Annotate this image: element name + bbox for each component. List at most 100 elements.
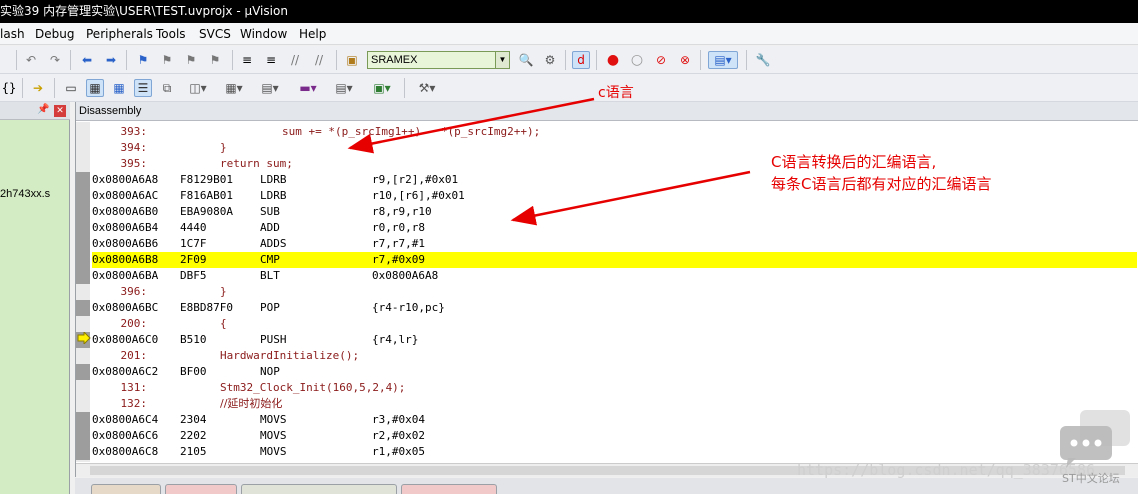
assembly-line[interactable]: 0x0800A6B4 4440 ADD r0,r0,r8: [92, 220, 1137, 236]
configure-icon[interactable]: 🔧: [754, 51, 772, 69]
instruction-address: 0x0800A6B6: [92, 237, 159, 250]
project-file-item[interactable]: 2h743xx.s: [0, 188, 50, 200]
menu-svcs[interactable]: SVCS: [199, 27, 231, 41]
gutter-marker[interactable]: [76, 428, 90, 444]
memory-window-icon[interactable]: ▦▾: [220, 79, 248, 97]
tab-document[interactable]: [241, 484, 397, 494]
chevron-down-icon[interactable]: ▼: [495, 52, 509, 68]
breakpoint-icon[interactable]: ●: [604, 51, 622, 69]
system-viewer-icon[interactable]: ▣▾: [368, 79, 396, 97]
find-in-files-icon[interactable]: ▣: [343, 51, 361, 69]
assembly-line[interactable]: 0x0800A6B6 1C7F ADDS r7,r7,#1: [92, 236, 1137, 252]
find-icon[interactable]: 🔍: [517, 51, 535, 69]
gutter-marker[interactable]: [76, 444, 90, 460]
watch-window-icon[interactable]: ◫▾: [184, 79, 212, 97]
target-select[interactable]: SRAMEX ▼: [367, 51, 510, 69]
indent-icon[interactable]: ≡: [238, 51, 256, 69]
toolbox-icon[interactable]: ⚒▾: [412, 79, 442, 97]
instruction-address: 0x0800A6B0: [92, 205, 159, 218]
annotation-assembly-line-1: C语言转换后的汇编语言,: [771, 153, 937, 171]
assembly-line[interactable]: 0x0800A6C4 2304 MOVS r3,#0x04: [92, 412, 1137, 428]
tab-document[interactable]: [401, 484, 497, 494]
menu-window[interactable]: Window: [240, 27, 287, 41]
assembly-line[interactable]: 0x0800A6C0 B510 PUSH {r4,lr}: [92, 332, 1137, 348]
close-icon[interactable]: ✕: [54, 105, 66, 117]
source-line[interactable]: 200: {: [92, 316, 1137, 332]
toolbar-separator: [54, 78, 55, 98]
current-instruction-arrow-icon: [77, 332, 91, 344]
gutter-marker[interactable]: [76, 220, 90, 236]
unindent-icon[interactable]: ≡: [262, 51, 280, 69]
tools-icon[interactable]: ⚙: [541, 51, 559, 69]
tab-document[interactable]: [165, 484, 237, 494]
assembly-line[interactable]: 0x0800A6B0 EBA9080A SUB r8,r9,r10: [92, 204, 1137, 220]
gutter-marker[interactable]: [76, 268, 90, 284]
bookmark-icon[interactable]: ⚑: [134, 51, 152, 69]
gutter-marker[interactable]: [76, 364, 90, 380]
clear-bookmarks-icon[interactable]: ⚑: [206, 51, 224, 69]
prev-bookmark-icon[interactable]: ⚑: [158, 51, 176, 69]
menu-help[interactable]: Help: [299, 27, 326, 41]
gutter-marker[interactable]: [76, 204, 90, 220]
analysis-window-icon[interactable]: ▬▾: [294, 79, 322, 97]
gutter-marker[interactable]: [76, 188, 90, 204]
next-bookmark-icon[interactable]: ⚑: [182, 51, 200, 69]
nav-back-icon[interactable]: ⬅: [78, 51, 96, 69]
menu-peripherals[interactable]: Peripherals: [86, 27, 153, 41]
source-line[interactable]: 393: sum += *(p_srcImg1++) - *(p_srcImg2+…: [92, 124, 1137, 140]
assembly-line[interactable]: 0x0800A6BA DBF5 BLT 0x0800A6A8: [92, 268, 1137, 284]
undo-icon[interactable]: ↶: [22, 51, 40, 69]
gutter-marker[interactable]: [76, 236, 90, 252]
menu-debug[interactable]: Debug: [35, 27, 74, 41]
menu-flash[interactable]: lash: [0, 27, 25, 41]
call-stack-icon[interactable]: ⧉: [158, 79, 176, 97]
instruction-address: 0x0800A6A8: [92, 173, 159, 186]
kill-all-breakpoints-icon[interactable]: ⊗: [676, 51, 694, 69]
source-line[interactable]: 131: Stm32_Clock_Init(160,5,2,4);: [92, 380, 1137, 396]
uncomment-icon[interactable]: //: [310, 51, 328, 69]
annotation-assembly: C语言转换后的汇编语言, 每条C语言后都有对应的汇编语言: [771, 151, 991, 195]
debug-session-icon[interactable]: d: [572, 51, 590, 69]
instruction-mnemonic: MOVS: [260, 429, 287, 442]
assembly-line[interactable]: 0x0800A6C8 2105 MOVS r1,#0x05: [92, 444, 1137, 460]
pin-icon[interactable]: 📌: [37, 104, 49, 115]
trace-window-icon[interactable]: ▤▾: [330, 79, 358, 97]
menu-tools[interactable]: Tools: [156, 27, 186, 41]
serial-window-icon[interactable]: ▤▾: [256, 79, 284, 97]
assembly-line[interactable]: 0x0800A6C6 2202 MOVS r2,#0x02: [92, 428, 1137, 444]
toolbar-separator: [700, 50, 701, 70]
nav-forward-icon[interactable]: ➡: [102, 51, 120, 69]
toolbar-separator: [336, 50, 337, 70]
window-layout-icon[interactable]: ▤▾: [708, 51, 738, 69]
comment-icon[interactable]: //: [286, 51, 304, 69]
toolbar-separator: [70, 50, 71, 70]
assembly-line[interactable]: 0x0800A6B8 2F09 CMP r7,#0x09: [92, 252, 1137, 268]
gutter-marker[interactable]: [76, 300, 90, 316]
registers-window-icon[interactable]: ☰: [134, 79, 152, 97]
assembly-line[interactable]: 0x0800A6BC E8BD87F0 POP {r4-r10,pc}: [92, 300, 1137, 316]
source-line-number: 200:: [120, 317, 148, 330]
redo-icon[interactable]: ↷: [46, 51, 64, 69]
menu-bar: lash Debug Peripherals Tools SVCS Window…: [0, 23, 1138, 45]
gutter-marker[interactable]: [76, 252, 90, 268]
command-window-icon[interactable]: ▭: [62, 79, 80, 97]
source-line[interactable]: 201: HardwardInitialize();: [92, 348, 1137, 364]
gutter-marker[interactable]: [76, 412, 90, 428]
toolbar-separator: [746, 50, 747, 70]
step-out-icon[interactable]: {}: [0, 79, 18, 97]
gutter[interactable]: [76, 122, 90, 462]
disable-breakpoint-icon[interactable]: ○: [628, 51, 646, 69]
source-line[interactable]: 132: //延时初始化: [92, 396, 1137, 412]
source-text: sum += *(p_srcImg1++) - *(p_srcImg2++);: [282, 125, 541, 138]
gutter-marker[interactable]: [76, 172, 90, 188]
instruction-mnemonic: CMP: [260, 253, 280, 266]
disassembly-window-icon[interactable]: ▦: [86, 79, 104, 97]
disable-all-breakpoints-icon[interactable]: ⊘: [652, 51, 670, 69]
toolbar-separator: [565, 50, 566, 70]
assembly-line[interactable]: 0x0800A6C2 BF00 NOP: [92, 364, 1137, 380]
symbols-window-icon[interactable]: ▦: [110, 79, 128, 97]
run-to-cursor-icon[interactable]: ➔: [29, 79, 47, 97]
tab-document[interactable]: [91, 484, 161, 494]
instruction-address: 0x0800A6B8: [92, 253, 159, 266]
source-line[interactable]: 396:}: [92, 284, 1137, 300]
